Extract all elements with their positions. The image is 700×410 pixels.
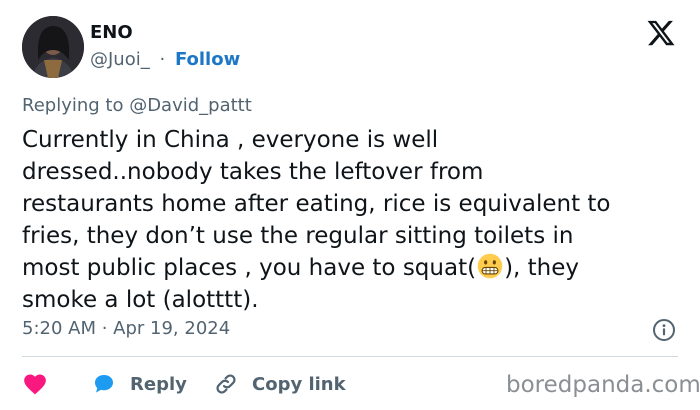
divider [22,356,678,357]
tweet-timestamp[interactable]: 5:20 AM · Apr 19, 2024 [22,318,230,339]
avatar-image [22,16,84,78]
tweet-text: Currently in China , everyone is well dr… [22,124,682,316]
follow-button[interactable]: Follow [175,49,240,70]
link-icon [216,374,236,394]
separator-dot: · [159,49,166,70]
x-logo-icon[interactable] [646,18,676,48]
reply-context: Replying to @David_pattt [22,95,252,116]
heart-icon [24,374,46,395]
watermark: boredpanda.com [506,372,700,398]
copy-link-label: Copy link [252,373,346,395]
author-handle-row: @Juoi_ · Follow [90,49,240,70]
tweet-card: ENO @Juoi_ · Follow Replying to @David_p… [0,0,700,410]
info-icon[interactable] [652,318,676,342]
author-name[interactable]: ENO [90,22,133,43]
reply-label: Reply [130,373,187,395]
like-button[interactable] [22,370,48,398]
action-bar: Reply Copy link [22,370,502,398]
author-handle[interactable]: @Juoi_ [90,49,150,70]
avatar[interactable] [22,16,84,78]
copy-link-button[interactable]: Copy link [214,370,346,398]
grimacing-face-icon [477,253,503,279]
reply-bubble-icon [95,375,113,393]
reply-button[interactable]: Reply [92,370,187,398]
